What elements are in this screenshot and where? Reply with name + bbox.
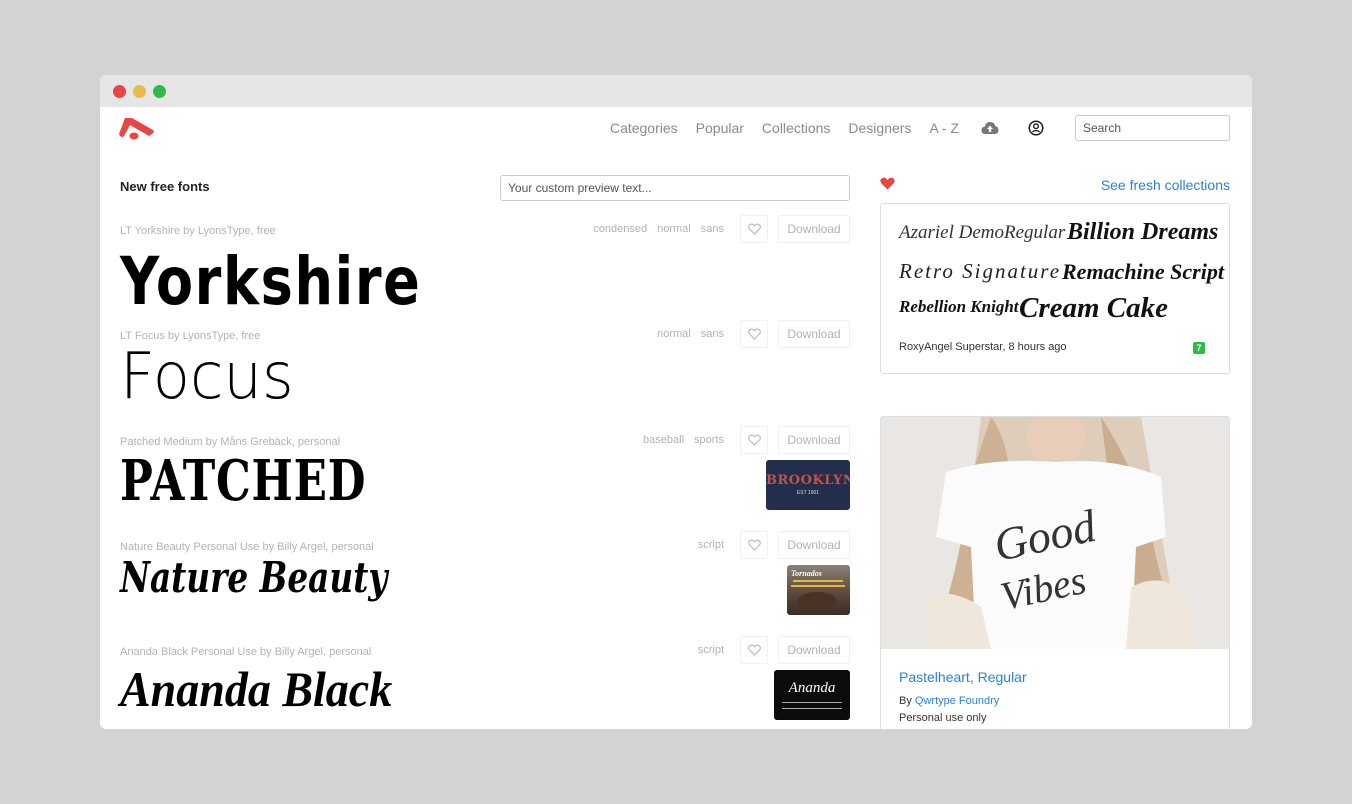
like-button[interactable]	[740, 636, 768, 664]
title-bar	[100, 75, 1252, 107]
font-row: Patched Medium by Måns Grebäck, personal…	[120, 426, 850, 531]
collection-font-sample: Azariel DemoRegular	[899, 222, 1066, 243]
download-button[interactable]: Download	[778, 426, 850, 454]
font-tag[interactable]: normal	[657, 223, 691, 235]
heart-filled-icon[interactable]	[880, 177, 895, 190]
font-tags: script	[688, 539, 724, 551]
like-button[interactable]	[740, 531, 768, 559]
heart-outline-icon	[747, 223, 761, 235]
download-button[interactable]: Download	[778, 636, 850, 664]
download-button[interactable]: Download	[778, 531, 850, 559]
font-row: LT Yorkshire by LyonsType, free condense…	[120, 215, 850, 320]
designer-link[interactable]: Qwrtype Foundry	[915, 695, 999, 707]
font-thumbnail[interactable]: Tornados	[787, 565, 850, 615]
font-tags: condensed normal sans	[583, 223, 724, 235]
heart-outline-icon	[747, 328, 761, 340]
font-meta[interactable]: Patched Medium by Måns Grebäck, personal	[120, 436, 340, 448]
nav-categories[interactable]: Categories	[610, 120, 678, 136]
thumbnail-title: BROOKLYN	[766, 473, 850, 488]
heart-outline-icon	[747, 434, 761, 446]
font-tags: baseball sports	[633, 434, 724, 446]
section-title: New free fonts	[120, 179, 210, 194]
font-thumbnail[interactable]: BROOKLYN EST 1901	[766, 460, 850, 510]
font-meta[interactable]: LT Yorkshire by LyonsType, free	[120, 225, 276, 237]
font-tag[interactable]: script	[698, 644, 724, 656]
font-tags: script	[688, 644, 724, 656]
featured-font-card: Good Vibes Pastelheart, Regular By Qwrty…	[880, 416, 1230, 729]
browser-window: Categories Popular Collections Designers…	[100, 75, 1252, 729]
font-tag[interactable]: normal	[657, 328, 691, 340]
download-button[interactable]: Download	[778, 215, 850, 243]
navbar: Categories Popular Collections Designers…	[100, 107, 1252, 153]
font-tag[interactable]: sans	[701, 223, 724, 235]
font-preview[interactable]: Nature Beauty	[120, 553, 387, 602]
logo-icon[interactable]	[118, 116, 156, 142]
font-tag[interactable]: script	[698, 539, 724, 551]
nav-popular[interactable]: Popular	[696, 120, 744, 136]
font-preview[interactable]: Focus	[120, 340, 294, 414]
collection-font-sample: Billion Dreams	[1067, 219, 1219, 245]
featured-font-title[interactable]: Pastelheart, Regular	[899, 669, 1027, 685]
nav-designers[interactable]: Designers	[848, 120, 911, 136]
font-tag[interactable]: condensed	[593, 223, 647, 235]
collection-font-sample: Retro Signature	[899, 259, 1062, 283]
like-button[interactable]	[740, 215, 768, 243]
font-meta[interactable]: Ananda Black Personal Use by Billy Argel…	[120, 646, 371, 658]
font-thumbnail[interactable]: Ananda	[774, 670, 850, 720]
thumbnail-subtitle: EST 1901	[796, 490, 820, 496]
font-row: Ananda Black Personal Use by Billy Argel…	[120, 636, 850, 729]
collection-card[interactable]: Azariel DemoRegular Billion Dreams Retro…	[880, 203, 1230, 374]
font-tag[interactable]: sans	[701, 328, 724, 340]
close-window-button[interactable]	[113, 85, 126, 98]
download-button[interactable]: Download	[778, 320, 850, 348]
like-button[interactable]	[740, 320, 768, 348]
featured-image[interactable]: Good Vibes	[881, 417, 1229, 649]
nav-collections[interactable]: Collections	[762, 120, 830, 136]
font-row: LT Focus by LyonsType, free normal sans …	[120, 320, 850, 425]
collection-font-sample: Rebellion Knight	[899, 297, 1019, 316]
font-tags: normal sans	[647, 328, 724, 340]
cloud-upload-icon[interactable]	[981, 119, 999, 137]
like-button[interactable]	[740, 426, 768, 454]
font-preview[interactable]: Yorkshire	[120, 243, 422, 320]
search-input[interactable]	[1075, 115, 1230, 141]
user-circle-icon[interactable]	[1027, 119, 1045, 137]
font-row: Nature Beauty Personal Use by Billy Arge…	[120, 531, 850, 636]
maximize-window-button[interactable]	[153, 85, 166, 98]
thumbnail-title: Ananda	[788, 680, 836, 696]
featured-license: Personal use only	[899, 712, 987, 724]
collection-count-badge: 7	[1193, 342, 1205, 354]
collection-author: RoxyAngel Superstar, 8 hours ago	[899, 341, 1067, 353]
collection-font-sample: Remachine Script	[1062, 259, 1224, 284]
heart-outline-icon	[747, 539, 761, 551]
custom-preview-input[interactable]	[500, 175, 850, 201]
thumbnail-title: Tornados	[791, 569, 822, 578]
font-preview[interactable]: PATCHED	[120, 448, 366, 514]
see-fresh-collections-link[interactable]: See fresh collections	[1101, 177, 1230, 193]
font-preview[interactable]: Ananda Black	[120, 660, 392, 718]
by-label: By	[899, 695, 912, 707]
heart-outline-icon	[747, 644, 761, 656]
minimize-window-button[interactable]	[133, 85, 146, 98]
collection-font-sample: Cream Cake	[1019, 292, 1169, 324]
nav-links: Categories Popular Collections Designers…	[610, 115, 1230, 141]
font-tag[interactable]: baseball	[643, 434, 684, 446]
font-tag[interactable]: sports	[694, 434, 724, 446]
font-meta[interactable]: Nature Beauty Personal Use by Billy Arge…	[120, 541, 374, 553]
featured-designer-line: By Qwrtype Foundry	[899, 695, 999, 707]
nav-a-z[interactable]: A - Z	[929, 120, 959, 136]
